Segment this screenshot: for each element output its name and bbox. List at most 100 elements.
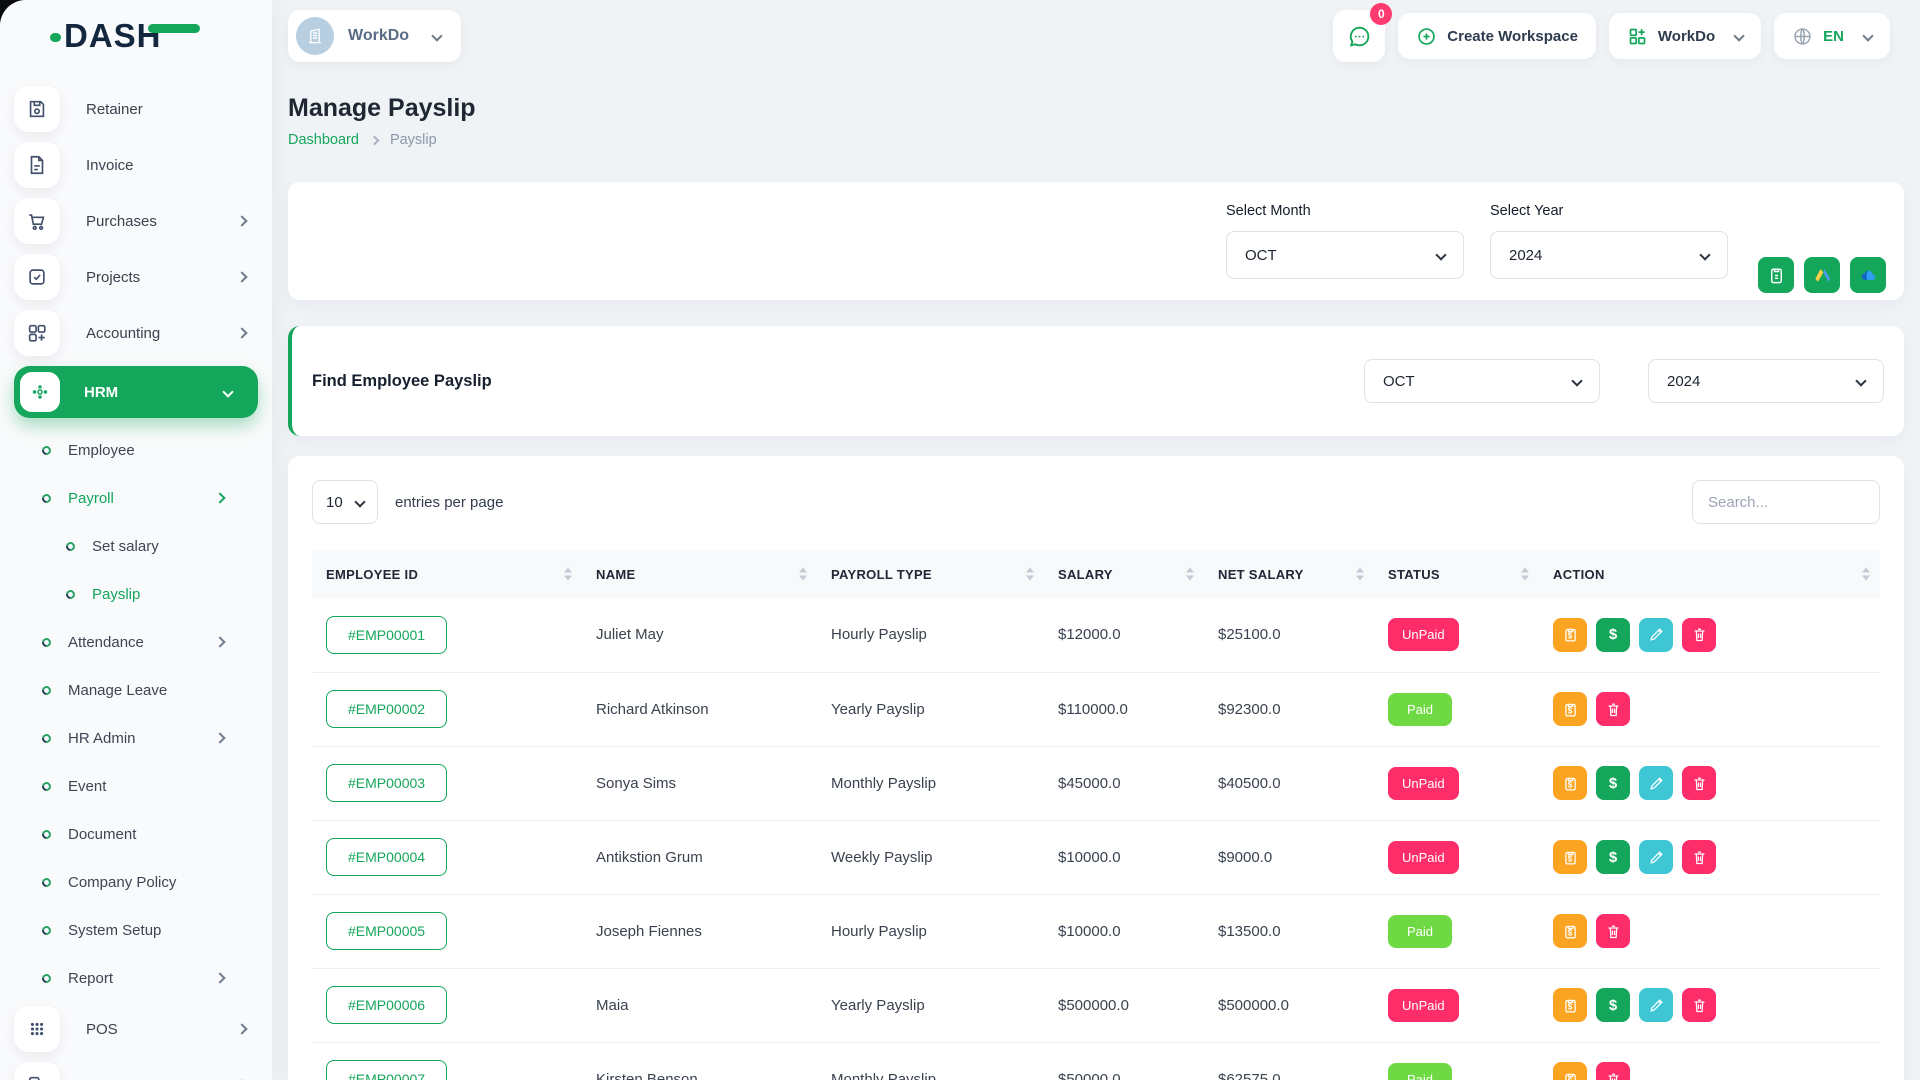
- page-title: Manage Payslip: [288, 94, 1904, 123]
- brand-logo[interactable]: DASH: [0, 0, 272, 72]
- sidebar-item-payroll[interactable]: Payroll: [14, 478, 272, 518]
- breadcrumb-dashboard-link[interactable]: Dashboard: [288, 132, 359, 148]
- col-status[interactable]: STATUS: [1374, 550, 1539, 598]
- chevron-right-icon: [214, 492, 225, 503]
- col-name[interactable]: NAME: [582, 550, 817, 598]
- sidebar-item-invoice[interactable]: Invoice: [14, 142, 272, 188]
- delete-button[interactable]: [1596, 1062, 1630, 1080]
- workdo-menu-button[interactable]: WorkDo: [1609, 13, 1761, 59]
- dot-icon: [40, 492, 53, 505]
- google-drive-export-button[interactable]: [1804, 257, 1840, 293]
- entries-per-page-select[interactable]: 10: [312, 480, 378, 524]
- sidebar-item-report[interactable]: Report: [14, 958, 272, 998]
- sidebar-item-accounting[interactable]: Accounting: [14, 310, 272, 356]
- col-payroll-type[interactable]: PAYROLL TYPE: [817, 550, 1044, 598]
- delete-button[interactable]: [1682, 766, 1716, 800]
- sidebar-item-crm[interactable]: CRM: [14, 1062, 272, 1080]
- google-drive-icon: [1813, 266, 1832, 285]
- delete-button[interactable]: [1682, 988, 1716, 1022]
- employee-id-badge[interactable]: #EMP00007: [326, 1060, 447, 1080]
- onedrive-export-button[interactable]: [1850, 257, 1886, 293]
- sidebar-item-payslip[interactable]: Payslip: [14, 574, 272, 614]
- payslip-button[interactable]: $: [1553, 1062, 1587, 1080]
- sidebar-item-projects[interactable]: Projects: [14, 254, 272, 300]
- employee-name: Kirsten Benson: [582, 1042, 817, 1080]
- status-badge: Paid: [1388, 693, 1452, 726]
- sidebar-item-retainer[interactable]: Retainer: [14, 86, 272, 132]
- find-year-select[interactable]: 2024: [1648, 359, 1884, 403]
- workspace-switcher[interactable]: WorkDo: [288, 10, 461, 62]
- chevron-right-icon: [236, 327, 247, 338]
- sidebar-item-hr-admin[interactable]: HR Admin: [14, 718, 272, 758]
- dot-icon: [40, 876, 53, 889]
- find-month-select[interactable]: OCT: [1364, 359, 1600, 403]
- payslip-button[interactable]: $: [1553, 840, 1587, 874]
- chevron-right-icon: [236, 271, 247, 282]
- sidebar-item-purchases[interactable]: Purchases: [14, 198, 272, 244]
- salary: $10000.0: [1044, 894, 1204, 968]
- edit-button[interactable]: [1639, 766, 1673, 800]
- dot-icon: [40, 828, 53, 841]
- payslip-button[interactable]: $: [1553, 988, 1587, 1022]
- row-actions: $ $: [1553, 840, 1866, 874]
- trash-icon: [1605, 923, 1622, 940]
- payslip-button[interactable]: $: [1553, 692, 1587, 726]
- payroll-type: Yearly Payslip: [817, 968, 1044, 1042]
- year-select[interactable]: 2024: [1490, 231, 1728, 279]
- col-net-salary[interactable]: NET SALARY: [1204, 550, 1374, 598]
- edit-button[interactable]: [1639, 840, 1673, 874]
- payroll-type: Weekly Payslip: [817, 820, 1044, 894]
- col-salary[interactable]: SALARY: [1044, 550, 1204, 598]
- sidebar-item-company-policy[interactable]: Company Policy: [14, 862, 272, 902]
- messages-button[interactable]: 0: [1333, 10, 1385, 62]
- generate-payslip-button[interactable]: [1758, 257, 1794, 293]
- salary: $500000.0: [1044, 968, 1204, 1042]
- delete-button[interactable]: [1596, 914, 1630, 948]
- employee-id-badge[interactable]: #EMP00005: [326, 912, 447, 950]
- delete-button[interactable]: [1682, 618, 1716, 652]
- pay-button[interactable]: $: [1596, 988, 1630, 1022]
- col-action[interactable]: ACTION: [1539, 550, 1880, 598]
- net-salary: $9000.0: [1204, 820, 1374, 894]
- month-select[interactable]: OCT: [1226, 231, 1464, 279]
- workspace-avatar: [296, 17, 334, 55]
- delete-button[interactable]: [1596, 692, 1630, 726]
- employee-id-badge[interactable]: #EMP00003: [326, 764, 447, 802]
- sidebar-item-attendance[interactable]: Attendance: [14, 622, 272, 662]
- hrm-icon: [20, 372, 60, 412]
- employee-name: Juliet May: [582, 598, 817, 672]
- pay-button[interactable]: $: [1596, 840, 1630, 874]
- chevron-right-icon: [214, 732, 225, 743]
- pay-button[interactable]: $: [1596, 766, 1630, 800]
- payslip-button[interactable]: $: [1553, 914, 1587, 948]
- sidebar-item-document[interactable]: Document: [14, 814, 272, 854]
- delete-button[interactable]: [1682, 840, 1716, 874]
- employee-id-badge[interactable]: #EMP00001: [326, 616, 447, 654]
- payslip-button[interactable]: $: [1553, 618, 1587, 652]
- sidebar-item-event[interactable]: Event: [14, 766, 272, 806]
- sidebar-item-system-setup[interactable]: System Setup: [14, 910, 272, 950]
- edit-button[interactable]: [1639, 988, 1673, 1022]
- create-workspace-button[interactable]: Create Workspace: [1398, 13, 1596, 59]
- sidebar-item-employee[interactable]: Employee: [14, 430, 272, 470]
- employee-id-badge[interactable]: #EMP00002: [326, 690, 447, 728]
- sidebar: DASH Retainer Invoice Purchases Projects: [0, 0, 272, 1080]
- trash-icon: [1605, 701, 1622, 718]
- sidebar-item-hrm[interactable]: HRM: [14, 366, 258, 418]
- chevron-right-icon: [369, 135, 379, 145]
- payslip-button[interactable]: $: [1553, 766, 1587, 800]
- employee-id-badge[interactable]: #EMP00004: [326, 838, 447, 876]
- employee-id-badge[interactable]: #EMP00006: [326, 986, 447, 1024]
- net-salary: $500000.0: [1204, 968, 1374, 1042]
- language-selector[interactable]: EN: [1774, 13, 1890, 59]
- sidebar-item-manage-leave[interactable]: Manage Leave: [14, 670, 272, 710]
- sidebar-item-pos[interactable]: POS: [14, 1006, 272, 1052]
- salary: $50000.0: [1044, 1042, 1204, 1080]
- edit-button[interactable]: [1639, 618, 1673, 652]
- payroll-type: Hourly Payslip: [817, 598, 1044, 672]
- col-employee-id[interactable]: EMPLOYEE ID: [312, 550, 582, 598]
- pay-button[interactable]: $: [1596, 618, 1630, 652]
- table-row: #EMP00002 Richard Atkinson Yearly Paysli…: [312, 672, 1880, 746]
- sidebar-item-set-salary[interactable]: Set salary: [14, 526, 272, 566]
- search-input[interactable]: [1692, 480, 1880, 524]
